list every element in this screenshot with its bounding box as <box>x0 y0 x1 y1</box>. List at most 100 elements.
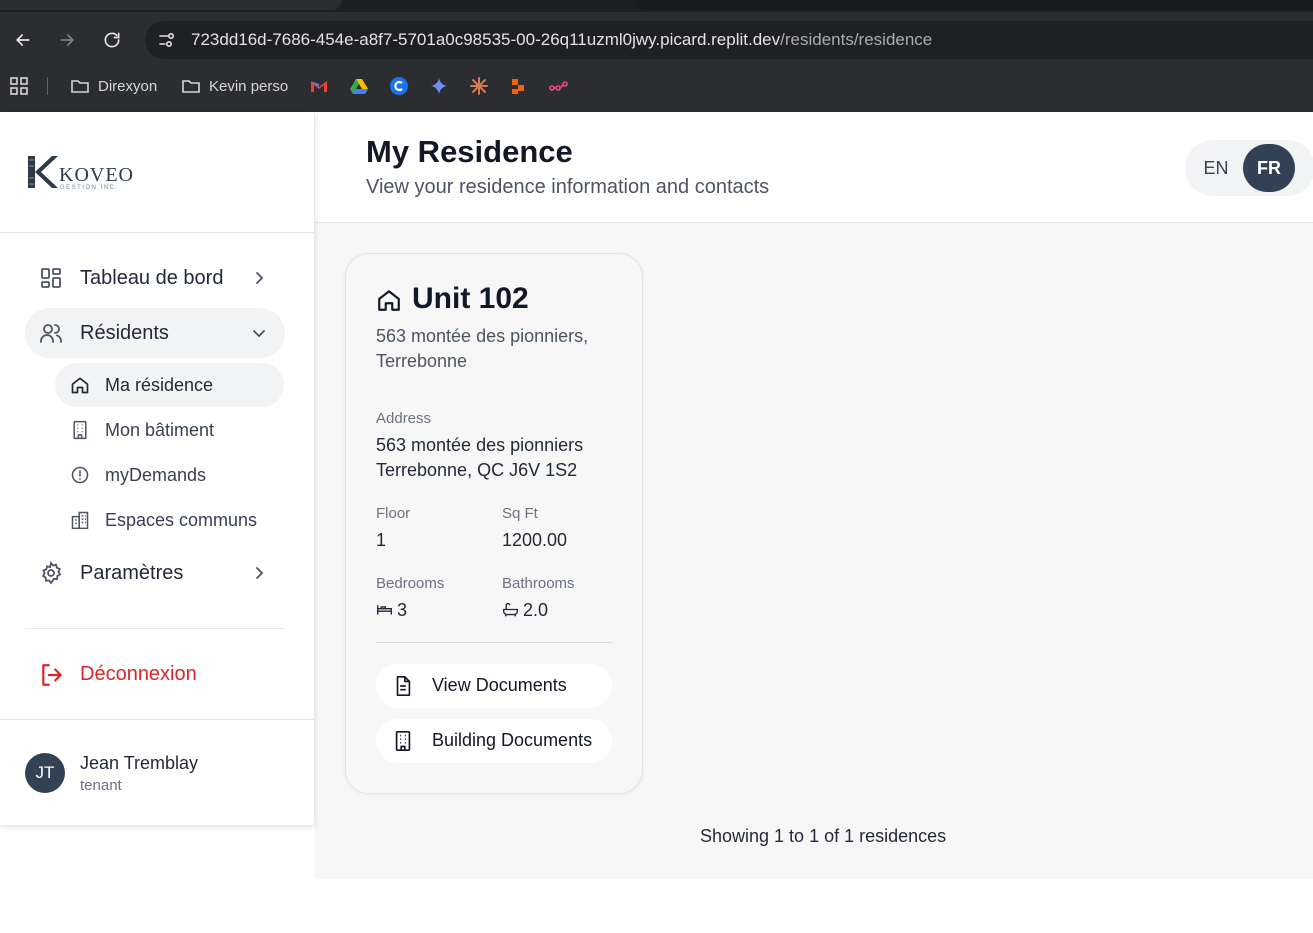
gemini-icon <box>430 77 448 95</box>
page-header: My Residence View your residence informa… <box>315 112 1313 223</box>
floor-value: 1 <box>376 530 387 550</box>
folder-icon <box>71 80 89 93</box>
claude-icon <box>470 77 488 95</box>
app: KOVEO GESTION INC. Tableau de bord Résid… <box>0 112 1313 933</box>
alert-circle-icon <box>71 466 89 484</box>
buildings-icon <box>71 511 89 530</box>
bookmark-red-app[interactable] <box>509 74 529 98</box>
bookmark-c-app[interactable] <box>389 74 409 98</box>
avatar[interactable]: JT <box>25 753 65 793</box>
logo-tagline: GESTION INC. <box>60 185 119 191</box>
gmail-icon <box>311 81 327 92</box>
logout-label: Déconnexion <box>80 663 197 685</box>
koveo-k-mark-icon <box>28 156 58 188</box>
view-documents-label: View Documents <box>432 675 567 695</box>
bedrooms-value: 3 <box>376 598 407 623</box>
language-toggle: EN FR <box>1185 140 1313 196</box>
forward-button[interactable] <box>53 26 81 54</box>
google-drive-icon <box>350 79 368 94</box>
bookmark-folder-kevin-perso[interactable]: Kevin perso <box>181 74 288 98</box>
sidebar-item-label: Tableau de bord <box>80 267 224 289</box>
browser-tab[interactable] <box>0 0 342 10</box>
sidebar-item-dashboard[interactable]: Tableau de bord <box>25 253 285 303</box>
sidebar-divider <box>25 628 284 629</box>
view-documents-button[interactable]: View Documents <box>376 664 612 708</box>
building-documents-label: Building Documents <box>432 730 593 750</box>
document-icon <box>396 676 411 696</box>
building-icon <box>73 420 87 440</box>
logo-wordmark: KOVEO <box>59 164 134 186</box>
sidebar-subitem-label: Espaces communs <box>105 510 258 530</box>
sidebar-item-residents[interactable]: Résidents <box>25 308 285 358</box>
unit-title: Unit 102 <box>412 282 529 315</box>
address-bar[interactable]: 723dd16d-7686-454e-a8f7-5701a0c98535-00-… <box>145 21 1313 59</box>
lang-en-button[interactable]: EN <box>1191 144 1241 192</box>
user-name: Jean Tremblay <box>80 753 199 773</box>
address-line-1: 563 montée des pionniers <box>376 435 584 455</box>
browser-chrome: 723dd16d-7686-454e-a8f7-5701a0c98535-00-… <box>0 0 1313 112</box>
sidebar-subitem-my-building[interactable]: Mon bâtiment <box>55 408 284 452</box>
browser-tab[interactable] <box>634 0 1313 10</box>
folder-icon <box>182 80 200 93</box>
logout-button[interactable]: Déconnexion <box>25 649 285 699</box>
sqft-label: Sq Ft <box>502 505 538 522</box>
sidebar-subitem-my-residence[interactable]: Ma résidence <box>55 363 284 407</box>
arrow-right-icon <box>60 34 75 46</box>
unit-address-summary: 563 montée des pionniers, Terrebonne <box>376 326 589 371</box>
lang-fr-button[interactable]: FR <box>1243 144 1295 192</box>
main-content: My Residence View your residence informa… <box>315 112 1313 879</box>
home-icon <box>71 377 89 394</box>
building-documents-button[interactable]: Building Documents <box>376 719 612 763</box>
sidebar-subitem-my-demands[interactable]: myDemands <box>55 453 284 497</box>
sidebar-divider <box>0 232 315 233</box>
address-label: Address <box>376 410 432 427</box>
chevron-right-icon <box>256 567 264 579</box>
page-subtitle: View your residence information and cont… <box>366 176 770 198</box>
reload-icon <box>104 32 120 48</box>
bathrooms-value: 2.0 <box>502 598 548 623</box>
apps-grid-icon <box>10 77 28 95</box>
bookmark-pink-app[interactable] <box>549 74 569 98</box>
chevron-right-icon <box>256 272 264 284</box>
residence-card: Unit 102 563 montée des pionniers, Terre… <box>345 253 643 794</box>
bookmark-google-drive[interactable] <box>349 74 369 98</box>
reload-button[interactable] <box>98 26 126 54</box>
users-icon <box>40 324 62 343</box>
sidebar-item-settings[interactable]: Paramètres <box>25 548 285 598</box>
site-settings-icon[interactable] <box>157 30 177 50</box>
gear-icon <box>41 561 62 585</box>
bookmark-gemini[interactable] <box>429 74 449 98</box>
bookmark-folder-direxyon[interactable]: Direxyon <box>70 74 157 98</box>
bookmarks-separator <box>47 77 48 95</box>
chevron-down-icon <box>253 330 265 338</box>
logout-icon <box>42 664 62 686</box>
sidebar-subitem-label: Mon bâtiment <box>105 420 215 440</box>
user-role: tenant <box>80 777 122 794</box>
url-text: 723dd16d-7686-454e-a8f7-5701a0c98535-00-… <box>191 30 933 49</box>
bed-icon <box>377 605 392 615</box>
address-line-2: Terrebonne, QC J6V 1S2 <box>376 460 578 480</box>
bookmark-claude[interactable] <box>469 74 489 98</box>
tab-strip <box>0 0 1313 12</box>
pagination-summary: Showing 1 to 1 of 1 residences <box>700 826 947 846</box>
bathrooms-label: Bathrooms <box>502 575 575 592</box>
bath-icon <box>503 602 518 617</box>
sqft-value: 1200.00 <box>502 530 568 550</box>
sidebar: KOVEO GESTION INC. Tableau de bord Résid… <box>0 112 315 825</box>
sidebar-subitem-label: Ma résidence <box>105 375 214 395</box>
sidebar-subitem-common-spaces[interactable]: Espaces communs <box>55 498 284 542</box>
floor-label: Floor <box>376 505 411 522</box>
c-app-icon <box>390 77 408 95</box>
bookmarks-bar: Direxyon Kevin perso <box>0 70 1313 102</box>
sidebar-item-label: Paramètres <box>80 562 184 584</box>
bookmark-gmail[interactable] <box>309 74 329 98</box>
arrow-left-icon <box>15 34 30 46</box>
back-button[interactable] <box>9 26 37 54</box>
koveo-logo[interactable]: KOVEO GESTION INC. <box>26 154 136 194</box>
card-divider <box>376 642 612 643</box>
building-icon <box>395 731 411 751</box>
apps-button[interactable] <box>9 74 29 98</box>
sidebar-divider <box>0 719 315 720</box>
sidebar-subitem-label: myDemands <box>105 465 207 485</box>
sidebar-item-label: Résidents <box>80 322 169 344</box>
